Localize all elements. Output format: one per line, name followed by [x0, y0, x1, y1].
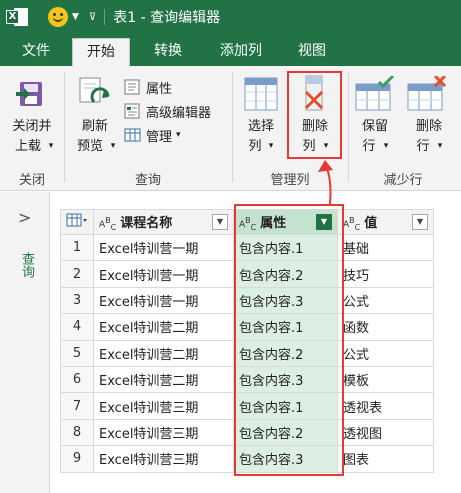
column-header-course[interactable]: ABC 课程名称 ▼ — [93, 209, 234, 235]
filter-dropdown-icon[interactable]: ▼ — [412, 213, 428, 230]
cell-course[interactable]: Excel特训营二期 — [93, 313, 234, 341]
table-icon — [66, 213, 87, 227]
cell-course[interactable]: Excel特训营三期 — [93, 392, 234, 420]
cell-course[interactable]: Excel特训营三期 — [93, 445, 234, 473]
row-number: 4 — [60, 313, 94, 341]
row-number: 7 — [60, 392, 94, 420]
cell-course[interactable]: Excel特训营二期 — [93, 339, 234, 367]
cell-value[interactable]: 透视表 — [337, 392, 434, 420]
cell-value[interactable]: 模板 — [337, 365, 434, 394]
queries-pane-collapsed[interactable]: > 查询 — [0, 192, 50, 493]
attribute-column-highlight — [234, 204, 344, 476]
text-type-icon: ABC — [99, 216, 117, 232]
cell-value[interactable]: 公式 — [337, 286, 434, 315]
row-number: 3 — [60, 286, 94, 315]
cell-course[interactable]: Excel特训营一期 — [93, 260, 234, 288]
cell-course[interactable]: Excel特训营一期 — [93, 233, 234, 262]
column-header-label: 值 — [364, 216, 378, 232]
cell-value[interactable]: 公式 — [337, 339, 434, 367]
filter-dropdown-icon[interactable]: ▼ — [212, 213, 228, 230]
cell-value[interactable]: 基础 — [337, 233, 434, 262]
cell-value[interactable]: 图表 — [337, 445, 434, 473]
row-number: 1 — [60, 233, 94, 262]
cell-course[interactable]: Excel特训营二期 — [93, 365, 234, 394]
row-number: 9 — [60, 445, 94, 473]
queries-pane-label: 查询 — [19, 252, 34, 278]
row-number: 8 — [60, 418, 94, 447]
text-type-icon: ABC — [343, 216, 361, 232]
cell-course[interactable]: Excel特训营一期 — [93, 286, 234, 315]
row-number: 2 — [60, 260, 94, 288]
cell-value[interactable]: 透视图 — [337, 418, 434, 447]
column-header-value[interactable]: ABC 值 ▼ — [337, 209, 434, 235]
table-select-all[interactable] — [60, 209, 94, 235]
row-number: 5 — [60, 339, 94, 367]
column-header-label: 课程名称 — [120, 216, 173, 232]
cell-value[interactable]: 函数 — [337, 313, 434, 341]
cell-value[interactable]: 技巧 — [337, 260, 434, 288]
row-number: 6 — [60, 365, 94, 394]
chevron-right-icon[interactable]: > — [18, 208, 31, 227]
cell-course[interactable]: Excel特训营三期 — [93, 418, 234, 447]
